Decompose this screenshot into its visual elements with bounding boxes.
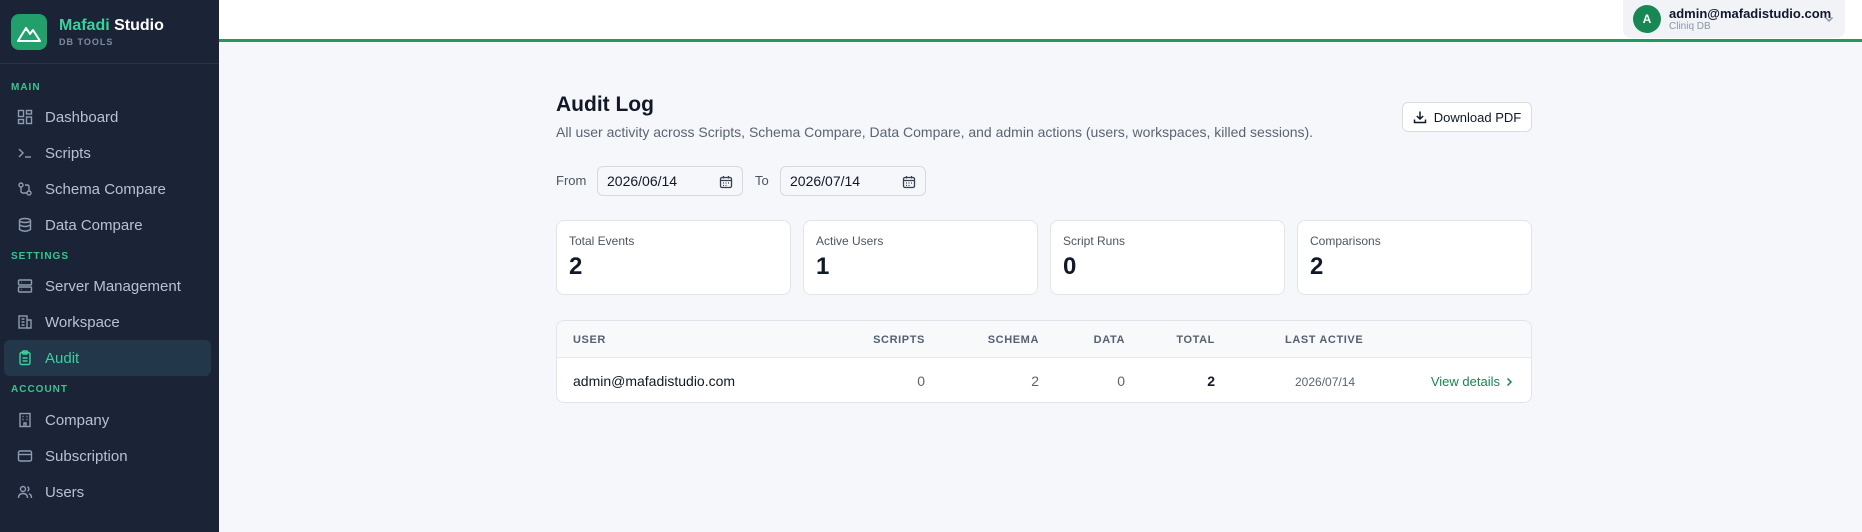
stat-card-active-users: Active Users 1 [803,220,1038,295]
column-header-total[interactable]: TOTAL [1176,334,1215,346]
column-header-last-active[interactable]: LAST ACTIVE [1285,334,1363,346]
page-subtitle: All user activity across Scripts, Schema… [556,124,1314,140]
user-email: admin@mafadistudio.com [1669,6,1832,21]
sidebar-item-label: Dashboard [45,108,119,126]
chevron-right-icon [1506,377,1513,386]
office-icon [16,411,34,429]
column-header-scripts[interactable]: SCRIPTS [873,334,925,346]
sidebar-item-label: Audit [45,349,80,367]
section-settings: SETTINGS [11,251,70,262]
sidebar-item-server-management[interactable]: Server Management [4,268,211,304]
stat-label: Total Events [569,234,635,248]
topbar: A admin@mafadistudio.com Cliniq DB [219,0,1862,42]
stat-value: 0 [1063,253,1077,280]
sidebar-item-data-compare[interactable]: Data Compare [4,207,211,243]
users-icon [16,483,34,501]
sidebar-item-label: Company [45,411,110,429]
to-label: To [755,173,769,188]
stat-card-total-events: Total Events 2 [556,220,791,295]
avatar: A [1633,5,1661,33]
sidebar: Mafadi Studio DB TOOLS MAIN Dashboard Sc… [0,0,219,532]
cell-total: 2 [1207,373,1215,389]
brand-subtitle: DB TOOLS [59,36,114,47]
sidebar-item-dashboard[interactable]: Dashboard [4,99,211,135]
column-header-schema[interactable]: SCHEMA [988,334,1039,346]
download-icon [1413,111,1427,124]
sidebar-item-audit[interactable]: Audit [4,340,211,376]
stat-card-script-runs: Script Runs 0 [1050,220,1285,295]
user-db: Cliniq DB [1669,21,1711,32]
sidebar-item-users[interactable]: Users [4,474,211,510]
cell-last-active: 2026/07/14 [1295,375,1356,389]
building-icon [16,313,34,331]
view-details-label: View details [1430,374,1500,389]
stat-label: Active Users [816,234,884,248]
cell-user: admin@mafadistudio.com [573,373,736,389]
sidebar-item-scripts[interactable]: Scripts [4,135,211,171]
user-menu[interactable]: A admin@mafadistudio.com Cliniq DB [1623,0,1845,38]
download-pdf-button[interactable]: Download PDF [1402,102,1532,132]
sidebar-item-label: Data Compare [45,216,143,234]
brand[interactable]: Mafadi Studio DB TOOLS [0,0,219,64]
git-compare-icon [16,180,34,198]
sidebar-item-label: Schema Compare [45,180,166,198]
table-header: USER SCRIPTS SCHEMA DATA TOTAL LAST ACTI… [557,321,1531,358]
column-header-user[interactable]: USER [573,334,606,346]
cell-scripts: 0 [917,373,925,389]
page-title: Audit Log [556,93,654,116]
cell-data: 0 [1117,373,1125,389]
to-date-input[interactable]: 2026/07/14 [780,166,926,196]
view-details-link[interactable]: View details [1431,374,1513,389]
stat-label: Comparisons [1310,234,1381,248]
stat-value: 2 [1310,253,1324,280]
brand-name: Mafadi Studio [59,16,164,34]
sidebar-item-label: Scripts [45,144,91,162]
from-date-input[interactable]: 2026/06/14 [597,166,743,196]
server-icon [16,277,34,295]
mountain-logo-icon [11,13,47,50]
sidebar-item-workspace[interactable]: Workspace [4,304,211,340]
sidebar-item-schema-compare[interactable]: Schema Compare [4,171,211,207]
chevron-down-icon [1823,12,1835,30]
clipboard-icon [16,349,34,367]
column-header-data[interactable]: DATA [1094,334,1125,346]
from-date-value: 2026/06/14 [607,173,678,189]
calendar-icon[interactable] [719,175,733,192]
dashboard-icon [16,108,34,126]
stat-value: 1 [816,253,830,280]
table-row[interactable]: admin@mafadistudio.com 0 2 0 2 2026/07/1… [557,358,1531,402]
stat-label: Script Runs [1063,234,1126,248]
section-main: MAIN [11,82,41,93]
sidebar-item-subscription[interactable]: Subscription [4,438,211,474]
sidebar-item-label: Workspace [45,313,120,331]
download-pdf-label: Download PDF [1433,109,1522,125]
cell-schema: 2 [1031,373,1039,389]
calendar-icon[interactable] [902,175,916,192]
from-label: From [556,173,587,188]
sidebar-item-company[interactable]: Company [4,402,211,438]
stat-card-comparisons: Comparisons 2 [1297,220,1532,295]
terminal-icon [16,144,34,162]
to-date-value: 2026/07/14 [790,173,861,189]
audit-table: USER SCRIPTS SCHEMA DATA TOTAL LAST ACTI… [556,320,1532,403]
database-icon [16,216,34,234]
credit-card-icon [16,447,34,465]
stat-value: 2 [569,253,583,280]
section-account: ACCOUNT [11,384,68,395]
sidebar-item-label: Users [45,483,85,501]
sidebar-item-label: Subscription [45,447,128,465]
sidebar-item-label: Server Management [45,277,181,295]
